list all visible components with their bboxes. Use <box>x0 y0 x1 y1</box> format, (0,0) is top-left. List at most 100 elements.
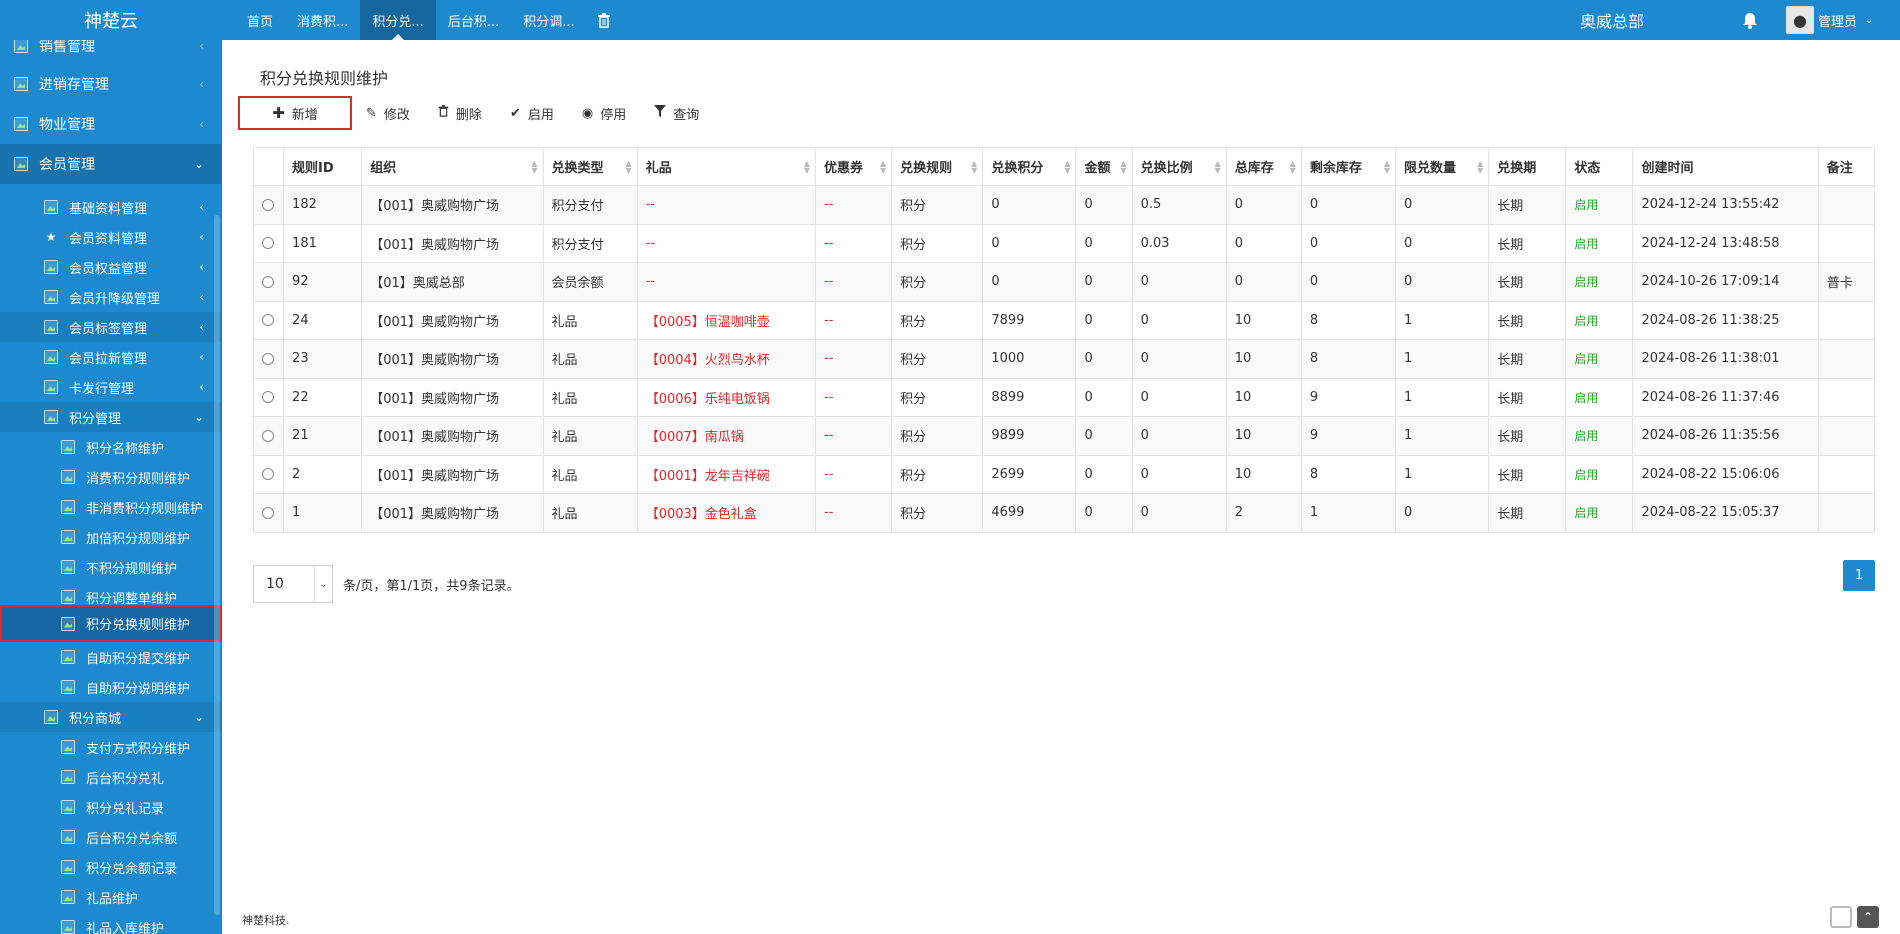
query-button[interactable]: 查询 <box>640 96 713 130</box>
column-header[interactable]: 优惠券 ▲ ▼ <box>815 147 893 186</box>
org-name[interactable]: 奥威总部 <box>1580 0 1644 40</box>
sidebar-item-nonconsume-points-rule[interactable]: 非消费积分规则维护 <box>0 492 222 522</box>
cell-status: 启用 <box>1565 262 1634 302</box>
tab-home[interactable]: 首页 <box>235 0 285 40</box>
cell-note <box>1817 416 1876 456</box>
sidebar-item-card-issue[interactable]: 卡发行管理 ‹ <box>0 372 222 402</box>
sidebar-item-backend-gift[interactable]: 后台积分兑礼 <box>0 762 222 792</box>
page-size-select[interactable]: 10 ⌄ <box>253 565 333 603</box>
sidebar-item-points-exchange-rule[interactable]: 积分兑换规则维护 <box>0 605 222 642</box>
disable-button[interactable]: ◉ 停用 <box>568 96 640 130</box>
row-radio[interactable] <box>262 506 274 519</box>
column-header[interactable]: 规则ID <box>283 147 363 186</box>
tab-points-adjust[interactable]: 积分调... <box>511 0 586 40</box>
fullscreen-icon[interactable] <box>1830 906 1852 928</box>
column-header[interactable]: 状态 <box>1565 147 1634 186</box>
table-row[interactable]: 182 【001】奥威购物广场 积分支付 -- -- 积分 0 0 0.5 0 0 0 长期 启用 2024… <box>252 185 1876 225</box>
row-radio[interactable] <box>262 275 274 288</box>
image-icon <box>61 800 75 814</box>
column-header[interactable]: 兑换积分 ▲ ▼ <box>982 147 1077 186</box>
column-header[interactable]: 备注 <box>1817 147 1876 186</box>
tab-consume-points[interactable]: 消费积... <box>285 0 360 40</box>
column-header[interactable]: 创建时间 <box>1632 147 1819 186</box>
row-radio[interactable] <box>262 352 274 365</box>
sidebar-item-property[interactable]: 物业管理 ‹ <box>0 104 222 144</box>
sidebar-scrollbar[interactable] <box>214 215 220 915</box>
cell-id: 182 <box>283 185 363 225</box>
row-radio[interactable] <box>262 198 274 211</box>
table-row[interactable]: 181 【001】奥威购物广场 积分支付 -- -- 积分 0 0 0.03 0 0 0 长期 启用 202… <box>252 223 1876 263</box>
chevron-up-icon[interactable]: ⌃ <box>1857 906 1879 928</box>
delete-button[interactable]: 删除 <box>424 96 496 130</box>
sidebar-item-member-data[interactable]: ★ 会员资料管理 ‹ <box>0 222 222 252</box>
column-header[interactable]: 兑换期 <box>1488 147 1567 186</box>
tab-backend-points[interactable]: 后台积... <box>436 0 511 40</box>
user-menu[interactable]: ● 管理员 ⌄ <box>1786 0 1873 40</box>
sidebar-item-member-acquire[interactable]: 会员拉新管理 ‹ <box>0 342 222 372</box>
column-header[interactable]: 兑换比例 ▲ ▼ <box>1131 147 1227 186</box>
row-radio[interactable] <box>262 468 274 481</box>
row-select-cell[interactable] <box>252 416 285 456</box>
edit-button[interactable]: ✎ 修改 <box>352 96 424 130</box>
sidebar-item-double-points-rule[interactable]: 加倍积分规则维护 <box>0 522 222 552</box>
row-radio[interactable] <box>262 237 274 250</box>
table-row[interactable]: 21 【001】奥威购物广场 礼品 【0007】南瓜锅 -- 积分 9899 0 0 10 9 1 长期… <box>252 416 1876 456</box>
row-select-cell[interactable] <box>252 300 285 340</box>
sidebar-item-balance-records[interactable]: 积分兑余额记录 <box>0 852 222 882</box>
table-row[interactable]: 1 【001】奥威购物广场 礼品 【0003】金色礼盒 -- 积分 4699 0 0 2 1 0 长期启… <box>252 493 1876 533</box>
sidebar-item-no-points-rule[interactable]: 不积分规则维护 <box>0 552 222 582</box>
row-radio[interactable] <box>262 314 274 327</box>
sidebar-item-sales[interactable]: 销售管理 ‹ <box>0 40 222 66</box>
row-select-cell[interactable] <box>252 454 285 494</box>
column-header[interactable]: 金额 ▲ ▼ <box>1075 147 1133 186</box>
sidebar-item-consume-points-rule[interactable]: 消费积分规则维护 <box>0 462 222 492</box>
sidebar-item-member-rights[interactable]: 会员权益管理 ‹ <box>0 252 222 282</box>
table-row[interactable]: 22 【001】奥威购物广场 礼品 【0006】乐纯电饭锅 -- 积分 8899 0 0 10 9 1… <box>252 377 1876 417</box>
row-select-cell[interactable] <box>252 493 285 533</box>
column-header[interactable]: 剩余库存 ▲ ▼ <box>1300 147 1397 186</box>
row-select-cell[interactable] <box>252 377 285 417</box>
tab-points-exchange[interactable]: 积分兑... <box>360 0 436 40</box>
table-row[interactable]: 92 【01】奥威总部 会员余额 -- -- 积分 0 0 0 0 0 0 长期 启用 2024-10-26… <box>252 262 1876 302</box>
bell-icon[interactable] <box>1742 0 1758 40</box>
sidebar-item-gift-stock-in[interactable]: 礼品入库维护 <box>0 912 222 934</box>
row-select-cell[interactable] <box>252 262 285 302</box>
column-header[interactable]: 礼品 ▲ ▼ <box>636 147 817 186</box>
enable-button[interactable]: ✔ 启用 <box>496 96 568 130</box>
cell-amount: 0 <box>1075 493 1133 533</box>
page-number-button[interactable]: 1 <box>1843 560 1875 591</box>
table-row[interactable]: 2 【001】奥威购物广场 礼品 【0001】龙年吉祥碗 -- 积分 2699 0 0 10 8 1 长… <box>252 454 1876 494</box>
image-icon <box>44 380 58 394</box>
sidebar-item-self-points-submit[interactable]: 自助积分提交维护 <box>0 642 222 672</box>
row-select-cell[interactable] <box>252 223 285 263</box>
table-row[interactable]: 23 【001】奥威购物广场 礼品 【0004】火烈鸟水杯 -- 积分 1000 0 0 10 8 1… <box>252 339 1876 379</box>
column-header[interactable]: 总库存 ▲ ▼ <box>1225 147 1302 186</box>
sidebar-item-gift-records[interactable]: 积分兑礼记录 <box>0 792 222 822</box>
sidebar-item-points[interactable]: 积分管理 ⌄ <box>0 402 222 432</box>
sidebar-item-points-name[interactable]: 积分名称维护 <box>0 432 222 462</box>
sidebar-item-inventory[interactable]: 进销存管理 ‹ <box>0 64 222 104</box>
column-header[interactable]: 限兑数量 ▲ ▼ <box>1395 147 1490 186</box>
column-header[interactable]: 兑换类型 ▲ ▼ <box>542 147 638 186</box>
sidebar-item-member-tags[interactable]: 会员标签管理 ‹ <box>0 312 222 342</box>
sidebar-item-member[interactable]: 会员管理 ⌄ <box>0 144 222 184</box>
sidebar-item-self-points-desc[interactable]: 自助积分说明维护 <box>0 672 222 702</box>
row-radio[interactable] <box>262 429 274 442</box>
sidebar-item-payment-points[interactable]: 支付方式积分维护 <box>0 732 222 762</box>
sidebar-item-gift-maintain[interactable]: 礼品维护 <box>0 882 222 912</box>
cell-gift: 【0003】金色礼盒 <box>636 493 817 533</box>
add-button[interactable]: ✚ 新增 <box>238 96 352 130</box>
cell-note <box>1817 493 1876 533</box>
table-row[interactable]: 24 【001】奥威购物广场 礼品 【0005】恒温咖啡壶 -- 积分 7899 0 0 10 8 1… <box>252 300 1876 340</box>
column-header[interactable]: 兑换规则 ▲ ▼ <box>891 147 984 186</box>
row-select-cell[interactable] <box>252 339 285 379</box>
cell-coupon: -- <box>815 262 893 302</box>
sidebar-item-basic-data[interactable]: 基础资料管理 ‹ <box>0 192 222 222</box>
column-header[interactable]: 组织 ▲ ▼ <box>361 147 544 186</box>
sidebar-item-points-mall[interactable]: 积分商城 ⌄ <box>0 702 222 732</box>
sidebar-item-member-level[interactable]: 会员升降级管理 ‹ <box>0 282 222 312</box>
row-radio[interactable] <box>262 391 274 404</box>
trash-icon[interactable] <box>587 0 621 40</box>
row-select-cell[interactable] <box>252 185 285 225</box>
sidebar-item-backend-balance[interactable]: 后台积分兑余额 <box>0 822 222 852</box>
